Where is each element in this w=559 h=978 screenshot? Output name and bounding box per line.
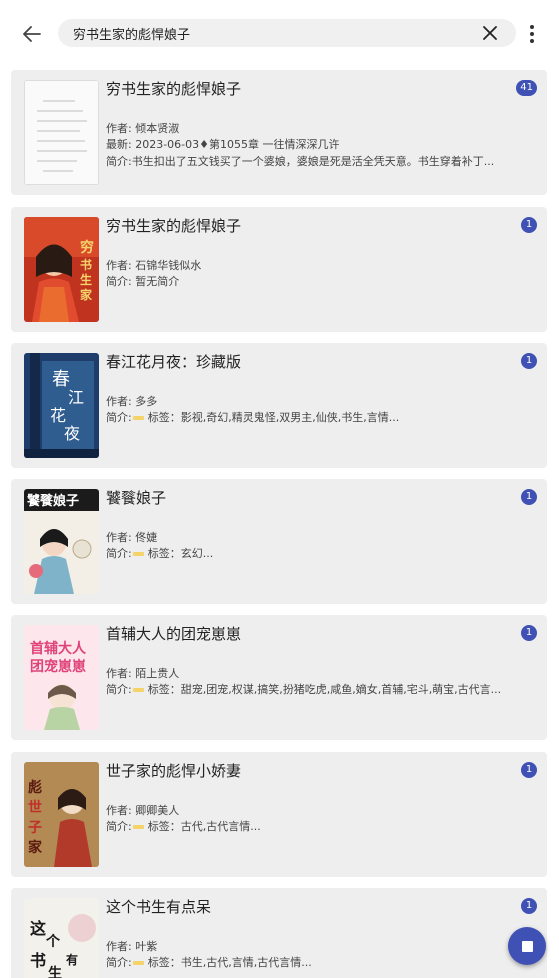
tag-marker-icon <box>132 961 144 965</box>
svg-text:饕餮娘子: 饕餮娘子 <box>26 493 79 509</box>
book-cover: 这 个 书 生 有 <box>24 898 99 978</box>
book-cover-image: 春 江 花 夜 <box>24 353 99 458</box>
book-result-card[interactable]: 穷 书 生 家 穷书生家的彪悍娘子 作者: 石锦华钱似水 简介: 暂无简介 1 <box>11 207 547 332</box>
book-cover: 彪 世 子 家 <box>24 762 99 867</box>
book-cover: 饕餮娘子 <box>24 489 99 594</box>
book-intro-tags: 简介: 标签：影视,奇幻,精灵鬼怪,双男主,仙侠,书生,言情... <box>106 409 399 425</box>
book-cover: 春 江 花 夜 <box>24 353 99 458</box>
svg-text:个: 个 <box>45 933 61 950</box>
arrow-left-icon <box>23 26 41 42</box>
book-cover-image: 饕餮娘子 <box>24 489 99 594</box>
svg-text:这: 这 <box>30 919 46 938</box>
svg-text:有: 有 <box>66 952 78 967</box>
clear-search-button[interactable] <box>480 23 500 43</box>
book-result-card[interactable]: 首辅大人 团宠崽崽 首辅大人的团宠崽崽 作者: 陌上贵人 简介: 标签：甜宠,团宠… <box>11 615 547 740</box>
source-count-badge: 1 <box>521 217 537 233</box>
intro-label: 简介: <box>106 547 132 560</box>
intro-label: 简介: <box>106 411 132 424</box>
document-placeholder-icon <box>25 81 98 184</box>
book-tags: 标签：玄幻... <box>147 547 214 560</box>
book-cover-image: 首辅大人 团宠崽崽 <box>24 625 99 730</box>
more-options-button[interactable] <box>522 22 542 46</box>
book-tags: 标签：书生,古代,言情,古代言情... <box>147 956 312 969</box>
intro-label: 简介: <box>106 820 132 833</box>
book-intro-tags: 简介: 标签：甜宠,团宠,权谋,搞笑,扮猪吃虎,咸鱼,嫡女,首辅,宅斗,萌宝,古代… <box>106 681 501 697</box>
book-author: 作者: 叶紫 <box>106 940 158 953</box>
svg-text:家: 家 <box>28 839 43 856</box>
source-count-badge: 1 <box>521 353 537 369</box>
svg-text:穷: 穷 <box>80 239 94 256</box>
source-count-badge: 1 <box>521 762 537 778</box>
book-cover <box>24 80 99 185</box>
book-cover-image: 彪 世 子 家 <box>24 762 99 867</box>
svg-text:子: 子 <box>28 820 42 836</box>
book-title: 春江花月夜：珍藏版 <box>106 353 242 371</box>
svg-text:家: 家 <box>80 287 93 302</box>
svg-text:春: 春 <box>52 369 70 390</box>
book-result-card[interactable]: 彪 世 子 家 世子家的彪悍小娇妻 作者: 卿卿美人 简介: 标签：古代,古代言情… <box>11 752 547 877</box>
svg-text:世: 世 <box>28 799 42 816</box>
book-tags: 标签：影视,奇幻,精灵鬼怪,双男主,仙侠,书生,言情... <box>147 411 400 424</box>
svg-text:书: 书 <box>30 951 46 970</box>
book-title: 饕餮娘子 <box>106 489 167 507</box>
svg-text:生: 生 <box>48 965 62 978</box>
search-query-text: 穷书生家的彪悍娘子 <box>73 28 191 43</box>
source-count-badge: 1 <box>521 489 537 505</box>
svg-text:首辅大人: 首辅大人 <box>30 640 87 657</box>
svg-text:花: 花 <box>50 406 66 425</box>
svg-text:彪: 彪 <box>28 779 42 796</box>
book-intro: 简介:书生扣出了五文钱买了一个婆娘，婆娘是死是活全凭天意。书生穿着补丁... <box>106 155 495 168</box>
intro-label: 简介: <box>106 956 132 969</box>
book-latest-chapter: 最新: 2023-06-03♦第1055章 一往情深深几许 <box>106 138 340 151</box>
tag-marker-icon <box>132 552 144 556</box>
source-count-badge: 41 <box>516 80 537 96</box>
book-author: 作者: 多多 <box>106 395 158 408</box>
book-cover: 穷 书 生 家 <box>24 217 99 322</box>
back-button[interactable] <box>18 20 46 48</box>
book-author: 作者: 倾本贤淑 <box>106 122 180 135</box>
stop-icon <box>521 940 533 952</box>
book-title: 首辅大人的团宠崽崽 <box>106 625 242 643</box>
close-icon <box>483 26 497 40</box>
book-intro-tags: 简介: 标签：古代,古代言情... <box>106 818 261 834</box>
source-count-badge: 1 <box>521 898 537 914</box>
svg-text:书: 书 <box>80 257 92 272</box>
book-author: 作者: 卿卿美人 <box>106 804 180 817</box>
book-title: 世子家的彪悍小娇妻 <box>106 762 242 780</box>
book-title: 穷书生家的彪悍娘子 <box>106 80 242 98</box>
svg-text:江: 江 <box>68 388 84 407</box>
book-title: 这个书生有点呆 <box>106 898 212 916</box>
search-input[interactable]: 穷书生家的彪悍娘子 <box>58 19 516 47</box>
intro-label: 简介: <box>106 683 132 696</box>
book-tags: 标签：古代,古代言情... <box>147 820 261 833</box>
stop-search-button[interactable] <box>508 927 546 965</box>
book-result-card[interactable]: 这 个 书 生 有 这个书生有点呆 作者: 叶紫 简介: 标签：书生,古代,言情,… <box>11 888 547 978</box>
book-author: 作者: 石锦华钱似水 <box>106 259 202 272</box>
book-title: 穷书生家的彪悍娘子 <box>106 217 242 235</box>
book-result-card[interactable]: 穷书生家的彪悍娘子 作者: 倾本贤淑 最新: 2023-06-03♦第1055章… <box>11 70 547 195</box>
book-result-card[interactable]: 饕餮娘子 饕餮娘子 作者: 佟婕 简介: 标签：玄幻... 1 <box>11 479 547 604</box>
svg-text:夜: 夜 <box>64 424 80 443</box>
book-intro: 简介: 暂无简介 <box>106 275 180 288</box>
book-result-card[interactable]: 春 江 花 夜 春江花月夜：珍藏版 作者: 多多 简介: 标签：影视,奇幻,精灵鬼… <box>11 343 547 468</box>
book-author: 作者: 佟婕 <box>106 531 158 544</box>
svg-text:生: 生 <box>80 272 92 287</box>
source-count-badge: 1 <box>521 625 537 641</box>
tag-marker-icon <box>132 416 144 420</box>
tag-marker-icon <box>132 688 144 692</box>
book-intro-tags: 简介: 标签：书生,古代,言情,古代言情... <box>106 954 312 970</box>
tag-marker-icon <box>132 825 144 829</box>
book-author: 作者: 陌上贵人 <box>106 667 180 680</box>
book-cover-image: 穷 书 生 家 <box>24 217 99 322</box>
svg-text:团宠崽崽: 团宠崽崽 <box>30 658 86 675</box>
book-tags: 标签：甜宠,团宠,权谋,搞笑,扮猪吃虎,咸鱼,嫡女,首辅,宅斗,萌宝,古代言..… <box>147 683 502 696</box>
book-cover-image: 这 个 书 生 有 <box>24 898 99 978</box>
book-intro-tags: 简介: 标签：玄幻... <box>106 545 213 561</box>
book-cover: 首辅大人 团宠崽崽 <box>24 625 99 730</box>
top-bar: 穷书生家的彪悍娘子 <box>0 0 559 66</box>
more-vertical-icon <box>530 25 534 29</box>
